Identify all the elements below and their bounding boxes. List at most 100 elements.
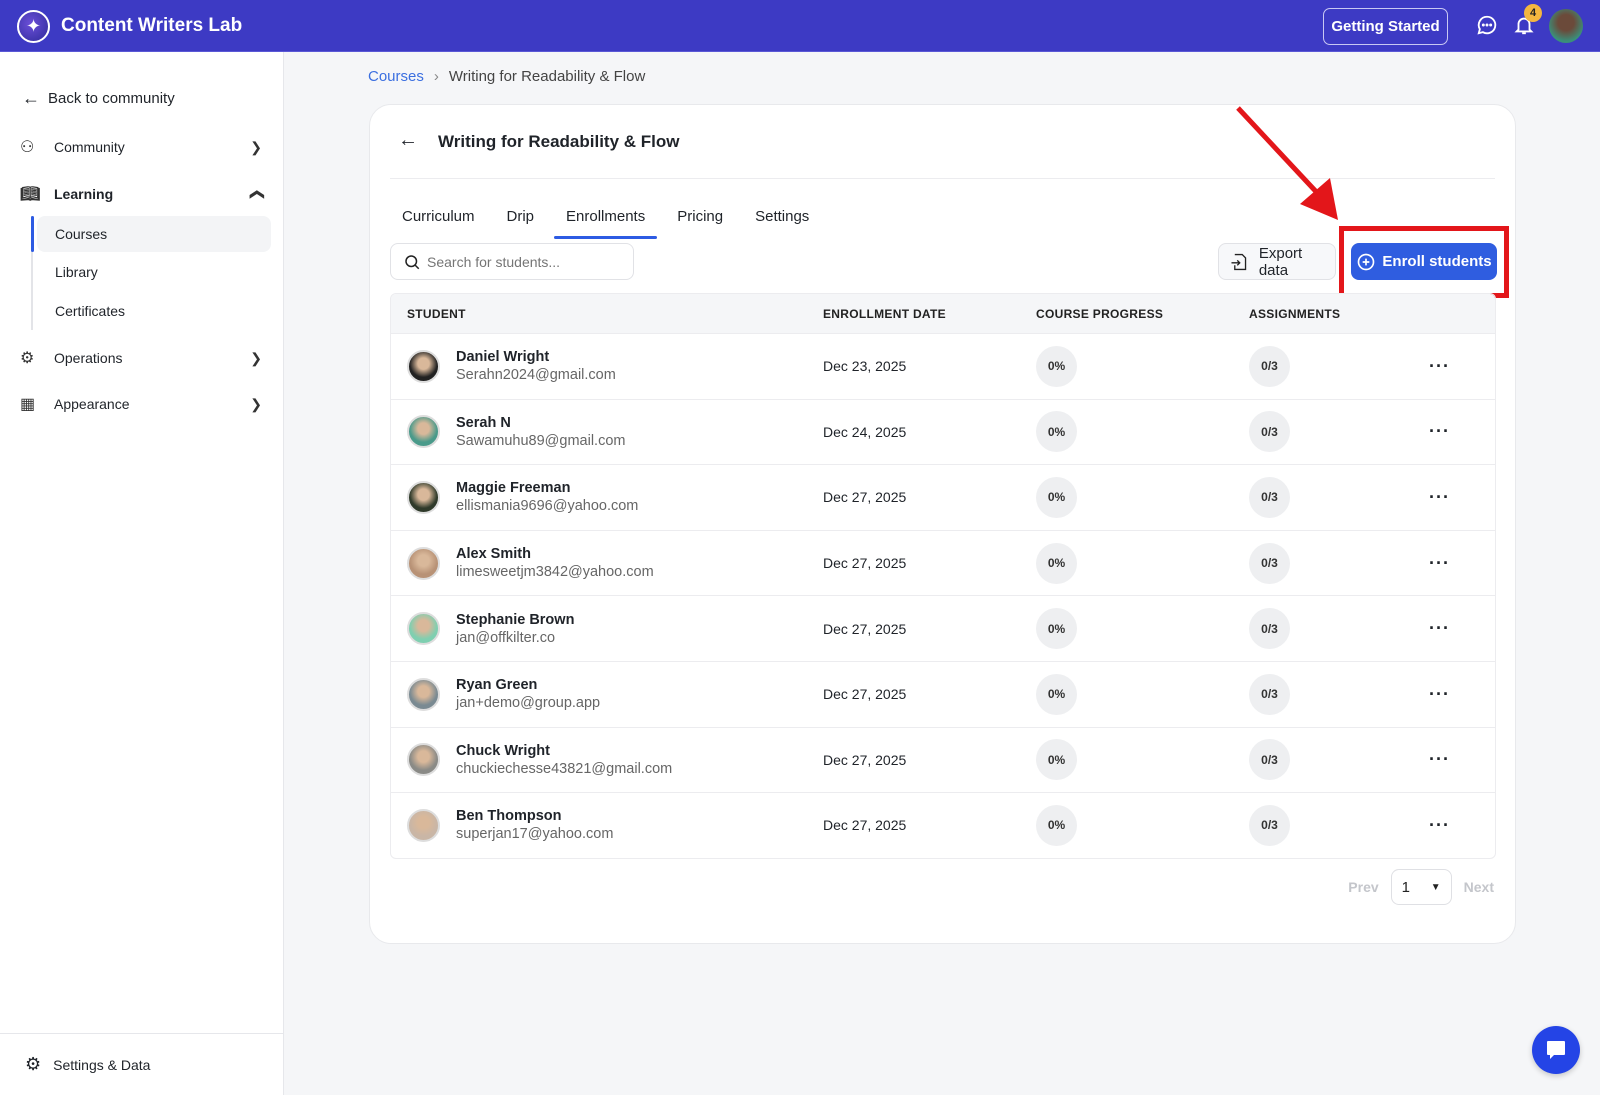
highlight-box: [1339, 226, 1509, 298]
tab-settings[interactable]: Settings: [743, 199, 821, 233]
table-row[interactable]: Daniel Wright Serahn2024@gmail.com Dec 2…: [391, 333, 1495, 399]
arrow-left-icon: ←: [22, 88, 40, 108]
top-bar: ✦ Content Writers Lab Getting Started 4: [0, 0, 1600, 52]
student-avatar: [407, 546, 440, 580]
sidebar-item-courses[interactable]: Courses: [37, 216, 271, 252]
user-avatar[interactable]: [1549, 9, 1583, 43]
page-value: 1: [1401, 878, 1410, 896]
progress-cell: 0%: [1036, 476, 1249, 518]
table-row[interactable]: Chuck Wright chuckiechesse43821@gmail.co…: [391, 726, 1495, 793]
tab-curriculum[interactable]: Curriculum: [390, 199, 487, 233]
enrollment-date: Dec 27, 2025: [823, 489, 907, 506]
export-label: Export data: [1258, 244, 1303, 279]
header-assignments: ASSIGNMENTS: [1249, 306, 1341, 321]
chat-icon[interactable]: [1476, 14, 1498, 42]
breadcrumb: Courses › Writing for Readability & Flow: [368, 68, 645, 85]
more-options-icon[interactable]: ···: [1429, 487, 1450, 507]
progress-badge: 0%: [1036, 542, 1077, 584]
student-avatar: [407, 349, 440, 383]
student-email: Serahn2024@gmail.com: [456, 367, 616, 384]
student-cell: Alex Smith limesweetjm3842@yahoo.com: [391, 546, 823, 580]
student-name: Ben Thompson: [456, 808, 562, 825]
progress-badge: 0%: [1036, 345, 1077, 387]
more-options-icon[interactable]: ···: [1429, 815, 1450, 835]
student-name: Stephanie Brown: [456, 611, 575, 628]
more-options-icon[interactable]: ···: [1429, 356, 1450, 376]
search-input[interactable]: [427, 253, 617, 270]
more-options-icon[interactable]: ···: [1429, 618, 1450, 638]
tab-enrollments[interactable]: Enrollments: [554, 199, 658, 239]
enrollment-date: Dec 23, 2025: [823, 358, 907, 375]
appearance-icon: ▦: [20, 396, 36, 413]
breadcrumb-current: Writing for Readability & Flow: [448, 68, 646, 85]
logo-icon[interactable]: ✦: [17, 10, 50, 43]
sidebar-item-community[interactable]: ⚇ Community ❯: [20, 137, 262, 157]
chevron-right-icon: ❯: [250, 395, 262, 412]
sidebar-item-appearance[interactable]: ▦ Appearance ❯: [20, 394, 262, 414]
enrollment-date: Dec 27, 2025: [823, 817, 907, 834]
student-avatar: [407, 677, 440, 711]
back-arrow-icon[interactable]: ←: [398, 129, 418, 152]
sidebar-item-label: Appearance: [54, 396, 130, 412]
more-options-icon[interactable]: ···: [1429, 749, 1450, 769]
student-avatar: [407, 612, 440, 646]
book-icon: 📖︎: [20, 186, 41, 203]
app-title: Content Writers Lab: [61, 15, 243, 36]
enrollment-date: Dec 24, 2025: [823, 423, 907, 440]
assignments-badge: 0/3: [1249, 673, 1290, 715]
student-cell: Serah N Sawamuhu89@gmail.com: [391, 415, 823, 449]
sidebar-item-operations[interactable]: ⚙︎ Operations ❯: [20, 348, 262, 368]
chevron-right-icon: ›: [433, 68, 439, 85]
active-indicator: [31, 216, 34, 252]
gear-icon: ⚙: [25, 1054, 42, 1074]
prev-button[interactable]: Prev: [1348, 879, 1378, 895]
red-arrow-annotation: [1236, 106, 1338, 220]
student-info: Daniel Wright Serahn2024@gmail.com: [456, 349, 616, 383]
sidebar-item-certificates[interactable]: Certificates: [37, 293, 271, 329]
table-row[interactable]: Maggie Freeman ellismania9696@yahoo.com …: [391, 464, 1495, 530]
notification-badge: 4: [1524, 4, 1542, 22]
table-row[interactable]: Stephanie Brown jan@offkilter.co Dec 27,…: [391, 595, 1495, 661]
more-options-icon[interactable]: ···: [1429, 684, 1450, 704]
sidebar-item-library[interactable]: Library: [37, 254, 271, 290]
assignments-badge: 0/3: [1249, 542, 1290, 584]
sidebar-item-learning[interactable]: 📖︎ Learning ❯: [20, 184, 264, 204]
tab-pricing[interactable]: Pricing: [665, 199, 735, 233]
sidebar-item-label: Learning: [54, 186, 114, 202]
table-row[interactable]: Ben Thompson superjan17@yahoo.com Dec 27…: [391, 792, 1495, 858]
table-row[interactable]: Alex Smith limesweetjm3842@yahoo.com Dec…: [391, 529, 1495, 596]
student-avatar: [407, 808, 440, 842]
breadcrumb-courses[interactable]: Courses: [368, 68, 424, 85]
student-info: Stephanie Brown jan@offkilter.co: [456, 612, 574, 646]
student-email: ellismania9696@yahoo.com: [456, 498, 639, 515]
assignments-cell: 0/3: [1249, 739, 1429, 781]
enrollment-date: Dec 27, 2025: [823, 686, 907, 703]
student-email: jan@offkilter.co: [456, 629, 556, 646]
sidebar: ← Back to community ⚇ Community ❯ 📖︎ Lea…: [0, 52, 284, 1095]
progress-badge: 0%: [1036, 476, 1077, 518]
assignments-badge: 0/3: [1249, 411, 1290, 453]
settings-and-data-link[interactable]: ⚙ Settings & Data: [0, 1033, 284, 1095]
getting-started-button[interactable]: Getting Started: [1323, 8, 1448, 45]
page-select[interactable]: 1 ▼: [1390, 869, 1452, 905]
table-row[interactable]: Serah N Sawamuhu89@gmail.com Dec 24, 202…: [391, 398, 1495, 465]
student-email: jan+demo@group.app: [456, 695, 601, 712]
more-options-icon[interactable]: ···: [1429, 553, 1450, 573]
chevron-up-icon: ❯: [247, 188, 264, 200]
back-label: Back to community: [48, 90, 175, 107]
header-student: STUDENT: [407, 306, 466, 321]
student-cell: Daniel Wright Serahn2024@gmail.com: [391, 349, 823, 383]
course-card: ← Writing for Readability & Flow Curricu…: [369, 104, 1516, 944]
student-name: Daniel Wright: [456, 349, 550, 366]
tab-drip[interactable]: Drip: [495, 199, 547, 233]
more-options-icon[interactable]: ···: [1429, 421, 1450, 441]
student-email: limesweetjm3842@yahoo.com: [456, 564, 654, 581]
pagination: Prev 1 ▼ Next: [1348, 869, 1494, 905]
back-to-community-link[interactable]: ← Back to community: [22, 88, 175, 109]
table-row[interactable]: Ryan Green jan+demo@group.app Dec 27, 20…: [391, 660, 1495, 727]
next-button[interactable]: Next: [1464, 879, 1494, 895]
support-chat-button[interactable]: [1532, 1026, 1580, 1074]
progress-badge: 0%: [1036, 673, 1077, 715]
export-data-button[interactable]: Export data: [1218, 243, 1336, 280]
row-actions: ···: [1429, 356, 1495, 377]
